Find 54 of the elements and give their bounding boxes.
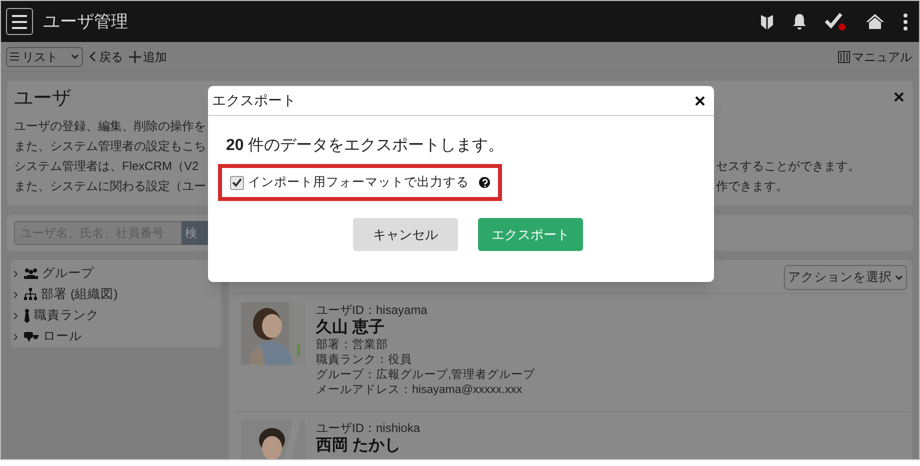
speech-bubbles-icon [24, 331, 39, 342]
user-id: ユーザID：hisayama [316, 302, 428, 318]
add-link[interactable]: 追加 [129, 48, 167, 66]
org-chart-icon [24, 288, 37, 301]
description-text: 作できます。 [716, 178, 788, 195]
list-icon [10, 52, 19, 61]
caret-icon [895, 274, 903, 280]
view-select[interactable]: リスト [6, 46, 83, 66]
bell-icon[interactable] [792, 13, 807, 30]
user-id: ユーザID：nishioka [316, 420, 420, 436]
card-title: ユーザ [14, 87, 71, 111]
user-name[interactable]: 西岡 たかし [316, 436, 420, 456]
book-icon [838, 50, 850, 62]
tree-item[interactable]: ロール [43, 327, 82, 346]
action-select[interactable]: アクションを選択 [784, 265, 907, 290]
chevron-icon[interactable] [13, 332, 20, 340]
chevron-icon[interactable] [13, 290, 20, 298]
cancel-button[interactable]: キャンセル [353, 218, 458, 251]
user-name[interactable]: 久山 恵子 [316, 318, 536, 338]
caret-icon [71, 54, 79, 60]
chevron-icon[interactable] [13, 270, 20, 278]
tree-item[interactable]: 職責ランク [34, 306, 99, 325]
tie-icon [24, 308, 30, 322]
user-detail: グループ：広報グループ,管理者グループ [316, 368, 536, 383]
description-text: また、システムに関わる設定（ユー [14, 178, 206, 195]
description-text: ユーザの登録、編集、削除の操作を [14, 118, 206, 135]
export-button[interactable]: エクスポート [478, 218, 583, 251]
export-message: 20 件のデータをエクスポートします。 [226, 136, 506, 156]
tree-item[interactable]: グループ [42, 264, 94, 283]
back-link[interactable]: 戻る [89, 48, 123, 66]
dialog-title: エクスポート [212, 91, 296, 110]
description-text: システム管理者は、FlexCRM（V2 [14, 158, 199, 175]
leaf-mark-icon[interactable] [760, 12, 774, 30]
people-icon [24, 268, 38, 279]
tree-item[interactable]: 部署 (組織図) [41, 285, 118, 304]
page-title: ユーザ管理 [43, 10, 128, 33]
manual-link[interactable]: マニュアル [838, 48, 912, 66]
plus-icon [129, 50, 141, 62]
user-detail: メールアドレス：hisayama@xxxxx.xxx [316, 383, 524, 398]
chevron-icon[interactable] [13, 312, 20, 320]
description-text: また、システム管理者の設定もこち [14, 138, 206, 155]
description-text: セスすることができます。 [716, 158, 860, 175]
more-icon[interactable] [903, 12, 908, 30]
chevron-left-icon [89, 51, 96, 62]
home-icon[interactable] [865, 13, 885, 30]
search-button[interactable]: 検 [182, 221, 210, 245]
checkbox[interactable] [230, 176, 244, 190]
menu-icon[interactable] [6, 8, 33, 35]
user-detail: 部署：営業部 [316, 338, 389, 353]
user-detail: 職責ランク：役員 [316, 353, 413, 368]
checkmark-icon[interactable] [825, 12, 847, 31]
checkbox-label: インポート用フォーマットで出力する [248, 174, 469, 192]
close-icon[interactable] [695, 96, 705, 106]
help-icon[interactable] [479, 177, 490, 188]
